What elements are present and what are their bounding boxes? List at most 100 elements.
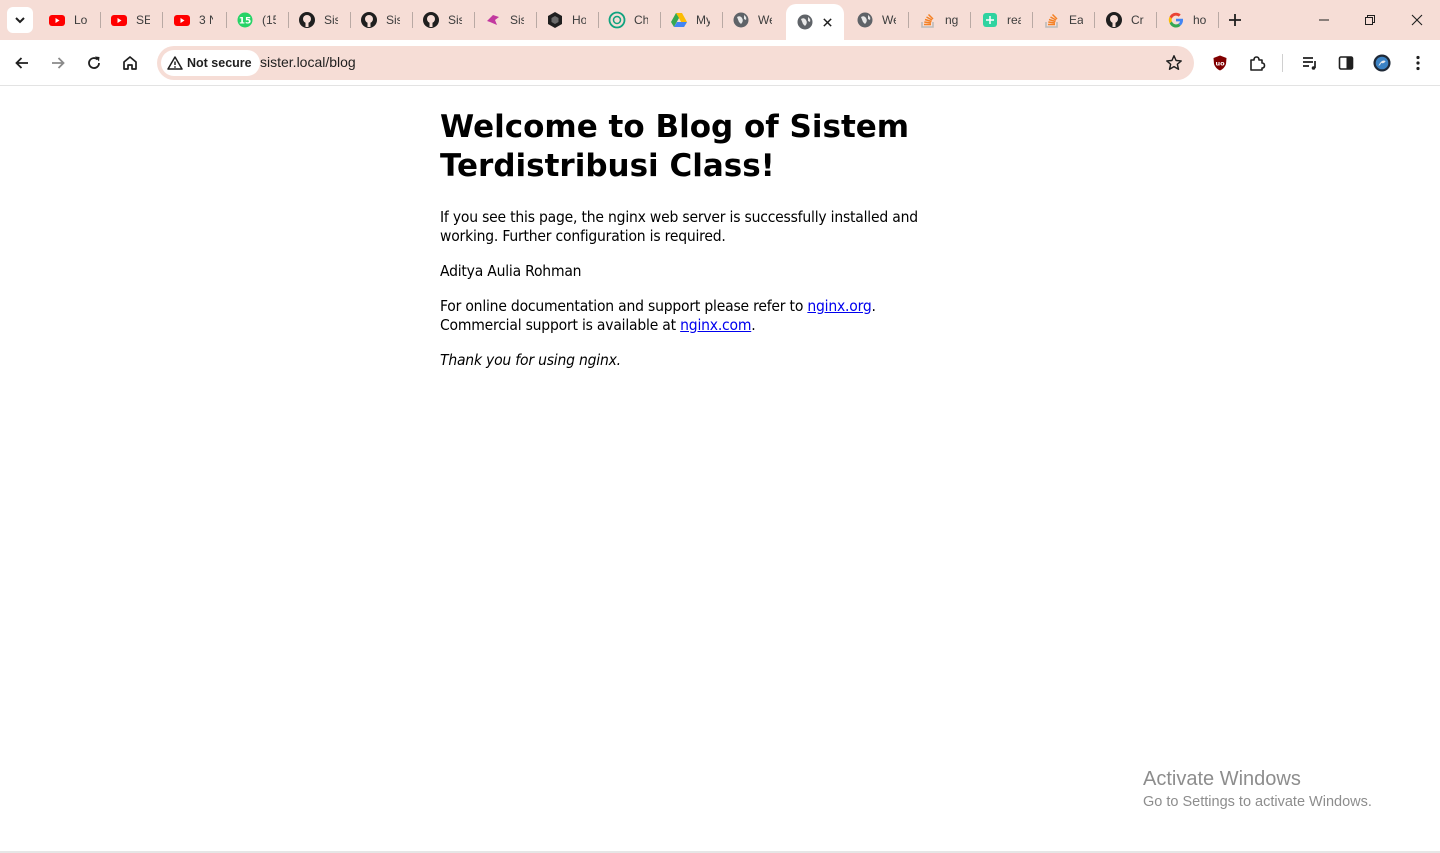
puzzle-icon: [1250, 56, 1266, 71]
tab-label: 3 N: [199, 13, 213, 27]
bird-icon: [484, 11, 502, 29]
browser-tab[interactable]: Sis: [474, 6, 536, 34]
ublock-extension-button[interactable]: uo: [1206, 49, 1234, 77]
restore-button[interactable]: [1347, 6, 1393, 34]
extensions-button[interactable]: [1243, 49, 1271, 77]
browser-tab-active[interactable]: [786, 4, 844, 40]
nginx-com-link[interactable]: nginx.com: [680, 316, 751, 334]
github-icon: [360, 11, 378, 29]
security-chip-label: Not secure: [187, 56, 252, 70]
globe-icon: [796, 13, 814, 31]
address-bar[interactable]: Not secure sister.local/blog: [157, 46, 1194, 80]
browser-tab[interactable]: Ho: [536, 6, 598, 34]
tab-label: Sis: [510, 13, 524, 27]
tab-label: Ea: [1069, 13, 1083, 27]
youtube-icon: [48, 11, 66, 29]
support-paragraph: For online documentation and support ple…: [440, 297, 960, 335]
svg-text:15: 15: [239, 17, 252, 27]
arrow-right-icon: [52, 57, 65, 69]
kebab-menu-icon: [1416, 55, 1420, 71]
close-icon: [1411, 14, 1423, 26]
playlist-icon: [1303, 57, 1316, 70]
tab-label: (15: [262, 13, 276, 27]
commercial-suffix: .: [751, 316, 756, 334]
warning-triangle-icon: [167, 56, 183, 70]
tab-label: ho: [1193, 13, 1207, 27]
chatgpt-icon: [608, 11, 626, 29]
globe-icon: [732, 11, 750, 29]
tab-label: Ho: [572, 13, 586, 27]
toolbar-separator: [1282, 54, 1283, 72]
bookmark-star-button[interactable]: [1164, 53, 1184, 73]
chevron-down-icon: [15, 17, 25, 24]
browser-tab[interactable]: My: [660, 6, 722, 34]
restore-icon: [1365, 15, 1375, 25]
browser-tab[interactable]: 3 N: [163, 6, 225, 34]
plus-icon: [1229, 14, 1241, 26]
github-icon: [1105, 11, 1123, 29]
new-tab-button[interactable]: [1225, 10, 1245, 30]
browser-tab[interactable]: ho: [1157, 6, 1219, 34]
watermark-title: Activate Windows: [1143, 768, 1301, 790]
intro-paragraph: If you see this page, the nginx web serv…: [440, 208, 918, 245]
minimize-icon: [1319, 19, 1329, 21]
browser-tab[interactable]: Sis: [350, 6, 412, 34]
browser-tab[interactable]: Ea: [1033, 6, 1095, 34]
browser-tab[interactable]: We: [722, 6, 784, 34]
browser-tab[interactable]: Ch: [598, 6, 660, 34]
avatar: [1373, 54, 1391, 72]
browser-tab[interactable]: Sis: [288, 6, 350, 34]
close-window-button[interactable]: [1394, 6, 1440, 34]
tab-label: Sis: [448, 13, 462, 27]
browser-toolbar: Not secure sister.local/blog uo: [0, 40, 1440, 86]
media-controls-button[interactable]: [1296, 49, 1324, 77]
close-tab-icon[interactable]: [818, 13, 836, 31]
reload-icon: [88, 56, 100, 69]
side-panel-button[interactable]: [1332, 49, 1360, 77]
author-paragraph: Aditya Aulia Rohman: [440, 262, 582, 280]
side-panel-icon: [1338, 56, 1354, 70]
thanks-text: Thank you for using nginx.: [440, 351, 621, 369]
tab-label: Sis: [386, 13, 400, 27]
tab-label: We: [882, 13, 896, 27]
profile-button[interactable]: [1368, 49, 1396, 77]
page-title: Welcome to Blog of Sistem Terdistribusi …: [440, 109, 910, 184]
minimize-button[interactable]: [1301, 6, 1347, 34]
tab-separator: [1218, 12, 1219, 28]
browser-tab[interactable]: rea: [971, 6, 1033, 34]
ublock-shield-icon: uo: [1213, 55, 1227, 71]
doc-suffix: .: [871, 297, 876, 315]
tab-search-button[interactable]: [7, 7, 33, 33]
browser-tab[interactable]: 15 (15: [226, 6, 288, 34]
tab-strip: Lo SE 3 N 15 (15 Sis Sis Sis Sis Ho Ch: [0, 0, 1440, 40]
browser-tab[interactable]: Cr: [1095, 6, 1157, 34]
forward-button[interactable]: [44, 49, 72, 77]
browser-tab[interactable]: SE: [100, 6, 162, 34]
menu-button[interactable]: [1404, 49, 1432, 77]
doc-text: For online documentation and support ple…: [440, 297, 808, 315]
watermark-subtitle: Go to Settings to activate Windows.: [1143, 794, 1372, 810]
browser-tab[interactable]: We: [846, 6, 908, 34]
app-icon: [981, 11, 999, 29]
back-button[interactable]: [8, 49, 36, 77]
star-icon: [1166, 55, 1182, 71]
browser-tab[interactable]: Lo: [38, 6, 100, 34]
github-icon: [422, 11, 440, 29]
tab-label: My: [696, 13, 710, 27]
tab-label: Cr: [1131, 13, 1144, 27]
github-icon: [298, 11, 316, 29]
browser-tab[interactable]: Sis: [412, 6, 474, 34]
security-chip[interactable]: Not secure: [161, 50, 260, 76]
whatsapp-icon: 15: [236, 11, 254, 29]
home-button[interactable]: [116, 49, 144, 77]
tab-label: rea: [1007, 13, 1021, 27]
browser-tab[interactable]: ng: [909, 6, 971, 34]
reload-button[interactable]: [80, 49, 108, 77]
tab-label: Sis: [324, 13, 338, 27]
stackoverflow-icon: [919, 11, 937, 29]
thanks-paragraph: Thank you for using nginx.: [440, 351, 960, 370]
page-content: Welcome to Blog of Sistem Terdistribusi …: [440, 108, 960, 386]
url-text[interactable]: sister.local/blog: [260, 54, 356, 70]
youtube-icon: [110, 11, 128, 29]
nginx-org-link[interactable]: nginx.org: [807, 297, 871, 315]
